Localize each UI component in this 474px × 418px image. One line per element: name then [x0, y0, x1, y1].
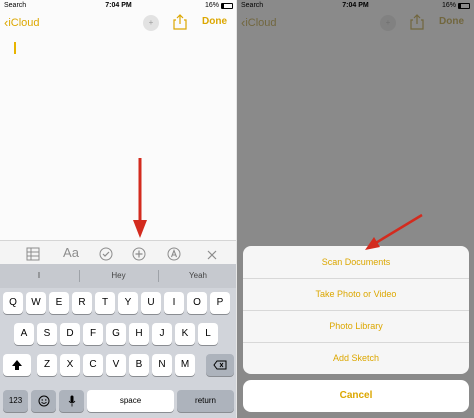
delete-key[interactable] — [206, 354, 234, 376]
key-d[interactable]: D — [60, 323, 80, 345]
key-q[interactable]: Q — [3, 292, 23, 314]
done-button[interactable]: Done — [202, 16, 227, 27]
key-z[interactable]: Z — [37, 354, 57, 376]
back-button[interactable]: ‹iCloud — [4, 15, 40, 30]
suggestion-3[interactable]: Yeah — [159, 264, 237, 288]
key-f[interactable]: F — [83, 323, 103, 345]
take-photo-option[interactable]: Take Photo or Video — [243, 278, 469, 310]
add-sketch-option[interactable]: Add Sketch — [243, 342, 469, 374]
battery-icon — [221, 3, 233, 9]
action-sheet: Scan Documents Take Photo or Video Photo… — [243, 246, 469, 374]
key-n[interactable]: N — [152, 354, 172, 376]
back-button[interactable]: ‹iCloud — [241, 15, 277, 30]
shift-icon — [12, 360, 22, 370]
share-icon[interactable] — [173, 14, 187, 30]
sketch-icon[interactable] — [167, 245, 181, 263]
share-icon[interactable] — [410, 14, 424, 30]
close-icon[interactable] — [206, 246, 218, 264]
emoji-key[interactable] — [31, 390, 56, 412]
key-c[interactable]: C — [83, 354, 103, 376]
nav-bar: ‹iCloud + Done — [237, 12, 474, 34]
red-arrow-diagonal — [365, 213, 423, 250]
key-j[interactable]: J — [152, 323, 172, 345]
key-l[interactable]: L — [198, 323, 218, 345]
key-g[interactable]: G — [106, 323, 126, 345]
action-sheet-screen: Search 7:04 PM 16% ‹iCloud + Done Scan D… — [237, 0, 474, 418]
key-h[interactable]: H — [129, 323, 149, 345]
status-time: 7:04 PM — [342, 2, 369, 9]
shift-key[interactable] — [3, 354, 31, 376]
dictation-key[interactable] — [59, 390, 84, 412]
numbers-key[interactable]: 123 — [3, 390, 28, 412]
add-people-icon[interactable]: + — [380, 15, 396, 31]
notes-editor-screen: Search 7:04 PM 16% ‹iCloud + Done Aa I H… — [0, 0, 237, 418]
key-r[interactable]: R — [72, 292, 92, 314]
key-o[interactable]: O — [187, 292, 207, 314]
photo-library-option[interactable]: Photo Library — [243, 310, 469, 342]
delete-icon — [213, 360, 227, 370]
red-arrow-down — [133, 158, 147, 238]
suggestion-1[interactable]: I — [0, 264, 78, 288]
back-label: iCloud — [8, 17, 40, 29]
add-people-icon[interactable]: + — [143, 15, 159, 31]
key-s[interactable]: S — [37, 323, 57, 345]
text-cursor — [14, 42, 16, 54]
key-a[interactable]: A — [14, 323, 34, 345]
battery-percent: 16% — [441, 2, 456, 9]
checklist-icon[interactable] — [99, 245, 113, 263]
microphone-icon — [68, 395, 75, 407]
formatting-toolbar: Aa — [0, 240, 237, 264]
battery-icon — [458, 3, 470, 9]
key-k[interactable]: K — [175, 323, 195, 345]
key-t[interactable]: T — [95, 292, 115, 314]
key-u[interactable]: U — [141, 292, 161, 314]
suggestion-bar: I Hey Yeah — [0, 264, 237, 288]
key-e[interactable]: E — [49, 292, 69, 314]
key-v[interactable]: V — [106, 354, 126, 376]
key-m[interactable]: M — [175, 354, 195, 376]
suggestion-2[interactable]: Hey — [80, 264, 157, 288]
keyboard: I Hey Yeah Q W E R T Y U I O P A S D F G… — [0, 264, 237, 418]
scan-documents-option[interactable]: Scan Documents — [243, 246, 469, 278]
key-b[interactable]: B — [129, 354, 149, 376]
cancel-button[interactable]: Cancel — [243, 380, 469, 412]
key-i[interactable]: I — [164, 292, 184, 314]
back-label: iCloud — [245, 17, 277, 29]
emoji-icon — [38, 395, 49, 407]
key-y[interactable]: Y — [118, 292, 138, 314]
key-w[interactable]: W — [26, 292, 46, 314]
battery-percent: 16% — [204, 2, 219, 9]
key-p[interactable]: P — [210, 292, 230, 314]
plus-icon[interactable] — [132, 245, 146, 263]
done-button[interactable]: Done — [439, 16, 464, 27]
return-key[interactable]: return — [177, 390, 234, 412]
status-bar: Search 7:04 PM 16% — [237, 0, 474, 12]
key-x[interactable]: X — [60, 354, 80, 376]
table-icon[interactable] — [26, 245, 40, 263]
space-key[interactable]: space — [87, 390, 174, 412]
status-bar: Search 7:04 PM 16% — [0, 0, 237, 12]
status-time: 7:04 PM — [105, 2, 132, 9]
text-style-button[interactable]: Aa — [60, 244, 82, 262]
nav-bar: ‹iCloud + Done — [0, 12, 237, 34]
